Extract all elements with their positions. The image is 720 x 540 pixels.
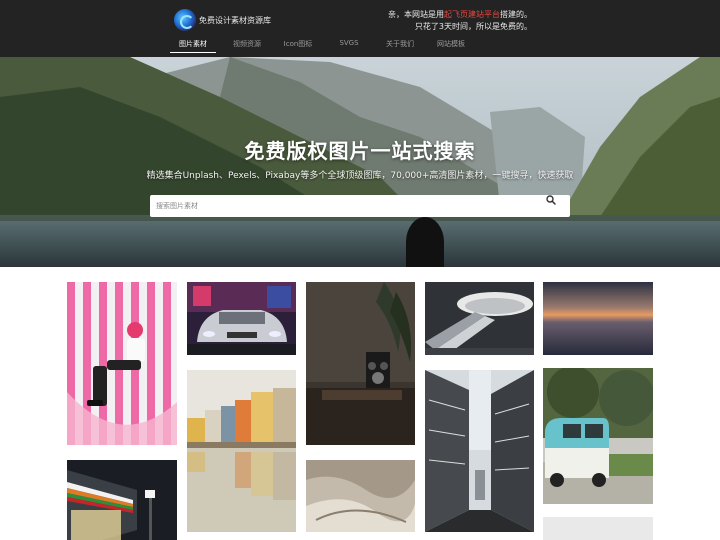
photo-dusk-sky[interactable] xyxy=(543,282,653,355)
nav-item-icons[interactable]: Icon图标 xyxy=(273,37,323,53)
nav-item-templates[interactable]: 网站模板 xyxy=(426,37,476,53)
hero-title: 免费版权图片一站式搜索 xyxy=(244,139,476,163)
logo[interactable]: 免费设计素材资源库 xyxy=(174,9,271,31)
logo-text: 免费设计素材资源库 xyxy=(199,15,271,25)
site-notice: 亲，本网站是用起飞页建站平台搭建的。 只花了3天时间，所以是免费的。 xyxy=(388,9,532,33)
notice-link[interactable]: 起飞页建站平台 xyxy=(444,10,500,19)
photo-vintage-camera[interactable] xyxy=(306,282,415,445)
nav-item-about[interactable]: 关于我们 xyxy=(375,37,425,53)
photo-pink-stripes[interactable] xyxy=(67,282,177,445)
nav-item-videos[interactable]: 视频资源 xyxy=(222,37,272,53)
photo-sand-texture-image xyxy=(306,460,415,532)
main-nav: 图片素材 视频资源 Icon图标 SVGS 关于我们 网站模板 xyxy=(170,37,476,53)
notice-line2: 只花了3天时间，所以是免费的。 xyxy=(414,22,532,31)
notice-prefix: 亲，本网站是用 xyxy=(388,10,444,19)
hero-banner: 免费版权图片一站式搜索 精选集合Unplash、Pexels、Pixabay等多… xyxy=(0,57,720,267)
photo-silver-car-image xyxy=(187,282,296,355)
photo-convenience-store-image xyxy=(67,460,177,540)
top-bar: 免费设计素材资源库 亲，本网站是用起飞页建站平台搭建的。 只花了3天时间，所以是… xyxy=(0,0,720,57)
photo-silver-car[interactable] xyxy=(187,282,296,355)
search-button[interactable] xyxy=(546,195,570,217)
photo-timber-street[interactable] xyxy=(425,370,534,532)
photo-escalator[interactable] xyxy=(425,282,534,355)
photo-canal-houses-image xyxy=(187,370,296,532)
nav-item-svgs[interactable]: SVGS xyxy=(324,37,374,53)
hero-subtitle: 精选集合Unplash、Pexels、Pixabay等多个全球顶级图库，70,0… xyxy=(146,171,574,181)
photo-light-grey-image xyxy=(543,517,653,540)
photo-timber-street-image xyxy=(425,370,534,532)
search-icon xyxy=(546,195,556,205)
logo-icon xyxy=(174,9,196,31)
photo-sand-texture[interactable] xyxy=(306,460,415,532)
photo-vw-bus-image xyxy=(543,368,653,504)
search-bar xyxy=(150,195,570,217)
notice-suffix: 搭建的。 xyxy=(500,10,532,19)
photo-gallery xyxy=(0,267,720,540)
photo-vw-bus[interactable] xyxy=(543,368,653,504)
photo-convenience-store[interactable] xyxy=(67,460,177,540)
photo-vintage-camera-image xyxy=(306,282,415,445)
photo-pink-stripes-image xyxy=(67,282,177,445)
photo-dusk-sky-image xyxy=(543,282,653,355)
photo-canal-houses[interactable] xyxy=(187,370,296,532)
search-input[interactable] xyxy=(150,195,544,217)
photo-light-grey[interactable] xyxy=(543,517,653,540)
nav-item-images[interactable]: 图片素材 xyxy=(170,37,216,53)
photo-escalator-image xyxy=(425,282,534,355)
